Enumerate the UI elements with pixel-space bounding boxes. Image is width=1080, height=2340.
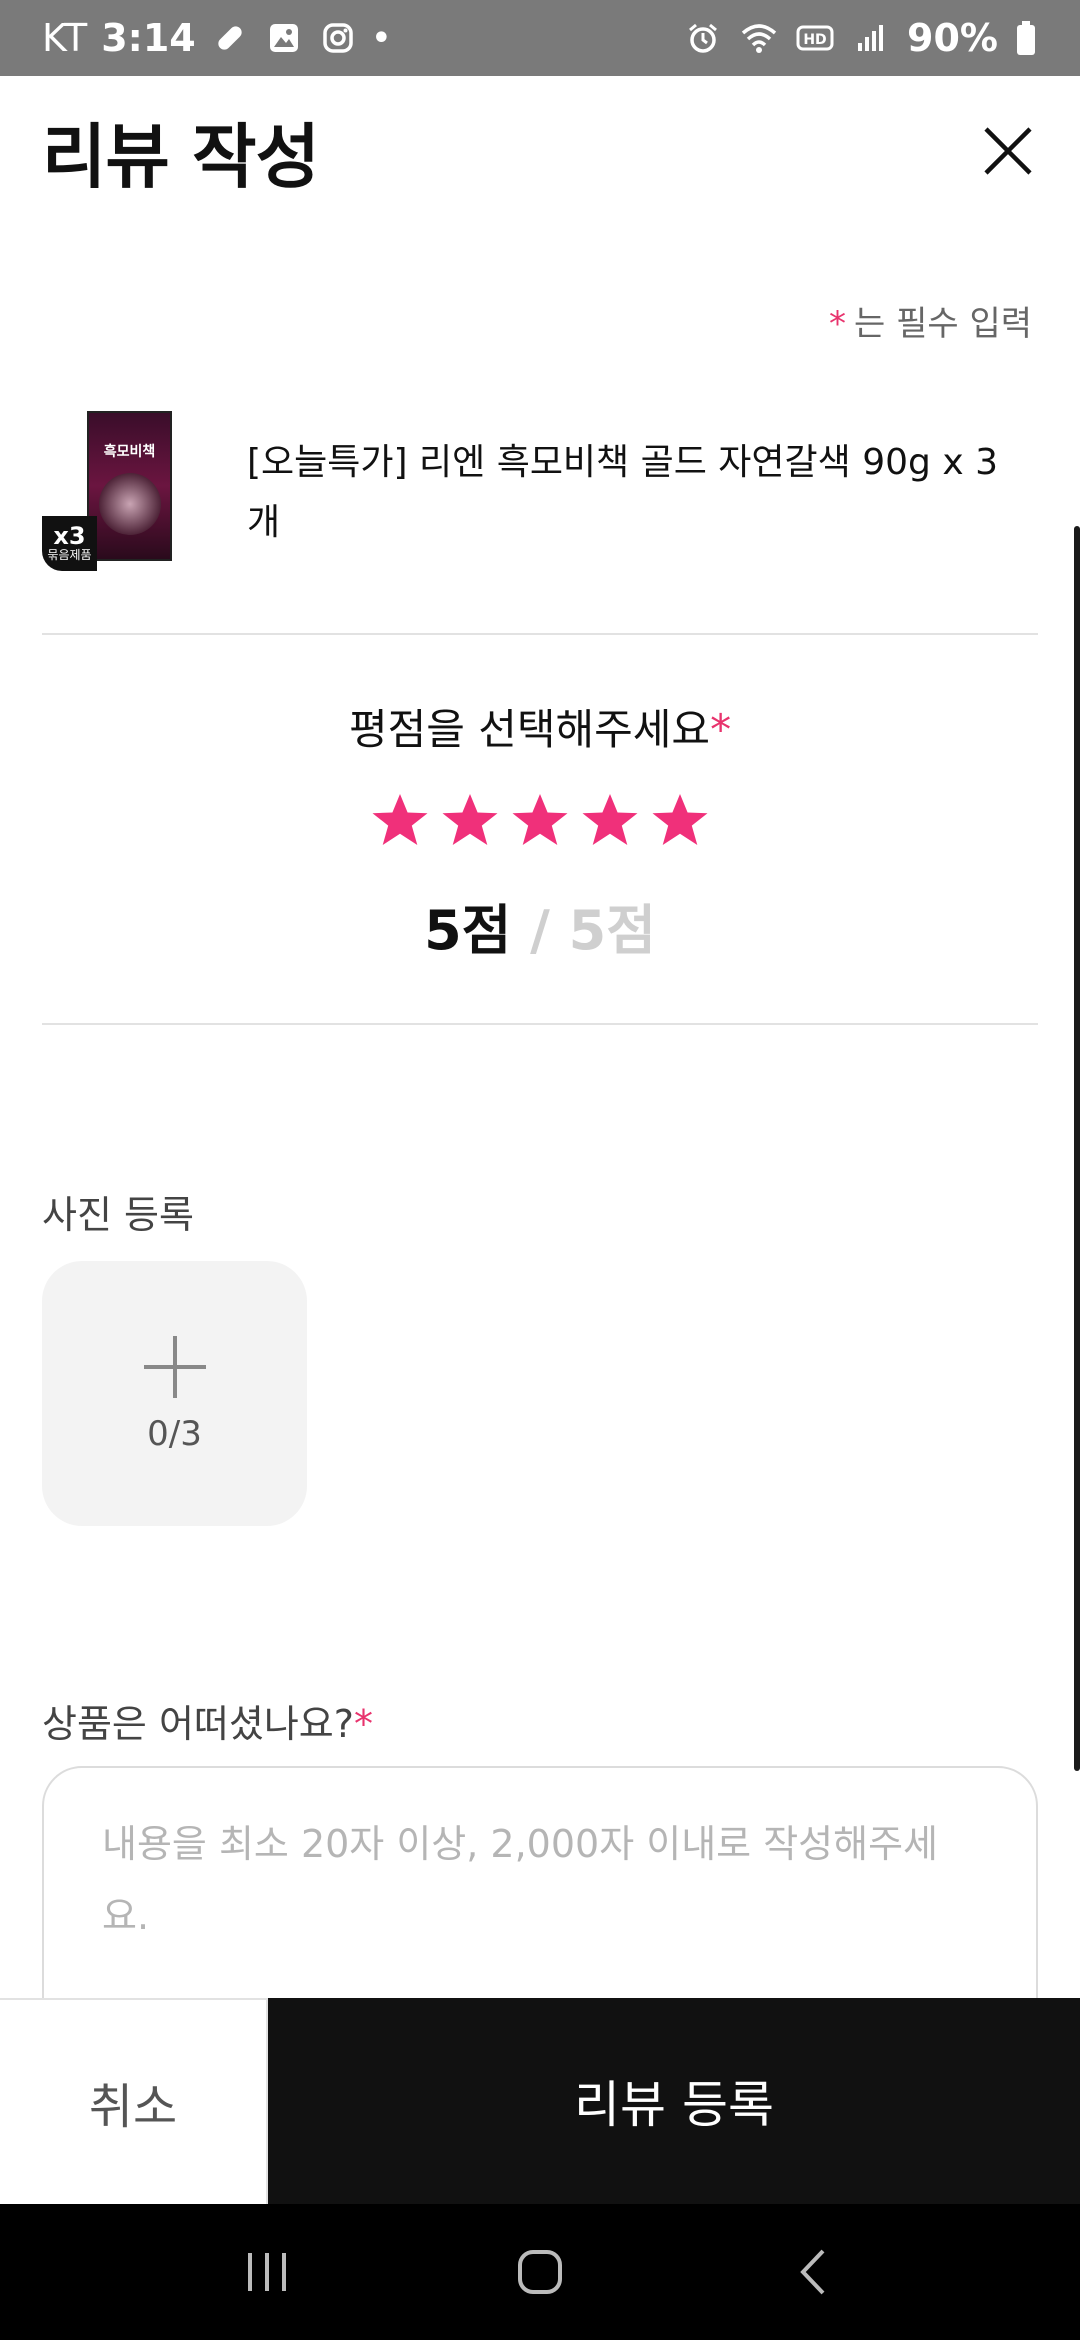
bundle-badge: x3 묶음제품 — [42, 516, 97, 571]
star-icon[interactable] — [370, 791, 430, 851]
home-icon — [517, 2250, 562, 2294]
submit-review-button[interactable]: 리뷰 등록 — [268, 1998, 1080, 2204]
star-icon[interactable] — [510, 791, 570, 851]
star-icon[interactable] — [440, 791, 500, 851]
svg-text:HD: HD — [803, 32, 826, 48]
product-name: [오늘특가] 리엔 흑모비책 골드 자연갈색 90g x 3개 — [247, 442, 998, 543]
wifi-icon — [739, 18, 779, 58]
battery-icon — [1014, 18, 1038, 58]
review-section-label: 상품은 어떠셨나요?* — [42, 1693, 373, 1748]
review-label-text: 상품은 어떠셨나요? — [42, 1702, 354, 1746]
back-button[interactable] — [778, 2237, 848, 2307]
required-star: * — [710, 705, 732, 754]
badge-label: 묶음제품 — [47, 548, 92, 563]
clock: 3:14 — [101, 16, 196, 60]
bandage-icon — [210, 18, 250, 58]
product-box-image: 흑모비책 — [87, 411, 172, 561]
instagram-icon — [318, 18, 358, 58]
action-bar: 취소 리뷰 등록 — [0, 1998, 1080, 2204]
star-icon[interactable] — [580, 791, 640, 851]
close-icon — [984, 127, 1032, 175]
carrier-label: KT — [42, 16, 88, 60]
badge-quantity: x3 — [53, 522, 86, 551]
photo-count: 0/3 — [147, 1413, 202, 1454]
rating-score: 5점 / 5점 — [0, 886, 1080, 965]
plus-icon — [143, 1335, 206, 1398]
rating-score-value: 5점 — [424, 899, 512, 962]
star-rating[interactable] — [0, 791, 1080, 851]
hd-icon: HD — [795, 18, 835, 58]
page-title: 리뷰 작성 — [42, 115, 320, 198]
notification-dot: • — [371, 20, 391, 56]
required-star: * — [828, 304, 846, 344]
home-button[interactable] — [505, 2237, 575, 2307]
recent-apps-button[interactable] — [232, 2237, 302, 2307]
review-form: * 는 필수 입력 흑모비책 x3 묶음제품 [오늘특가] 리엔 흑모비책 골드 … — [0, 226, 1080, 1998]
review-textarea[interactable] — [42, 1766, 1038, 1998]
header: 리뷰 작성 — [0, 76, 1080, 226]
back-icon — [800, 2249, 825, 2295]
alarm-icon — [683, 18, 723, 58]
photo-section-label: 사진 등록 — [42, 1193, 194, 1237]
close-button[interactable] — [978, 121, 1038, 181]
signal-icon — [851, 18, 891, 58]
required-note-text: 는 필수 입력 — [853, 304, 1032, 344]
product-thumb-graphic — [99, 473, 161, 535]
status-right: HD 90% — [683, 16, 1038, 60]
status-bar: KT 3:14 • HD 90% — [0, 0, 1080, 76]
rating-score-max: / 5점 — [511, 899, 656, 962]
product-thumb-brand: 흑모비책 — [103, 444, 156, 460]
status-left: KT 3:14 • — [42, 16, 391, 60]
add-photo-button[interactable]: 0/3 — [42, 1261, 307, 1526]
divider — [42, 1023, 1038, 1025]
system-nav-bar — [0, 2204, 1080, 2340]
rating-prompt: 평점을 선택해주세요* — [0, 696, 1080, 757]
image-icon — [264, 18, 304, 58]
recent-apps-icon — [247, 2253, 286, 2291]
product-thumbnail: 흑모비책 x3 묶음제품 — [42, 411, 177, 581]
divider — [42, 633, 1038, 635]
required-note: * 는 필수 입력 — [829, 296, 1032, 345]
star-icon[interactable] — [650, 791, 710, 851]
required-star: * — [353, 1702, 373, 1746]
rating-prompt-text: 평점을 선택해주세요 — [348, 705, 711, 754]
product-info: 흑모비책 x3 묶음제품 [오늘특가] 리엔 흑모비책 골드 자연갈색 90g … — [42, 411, 1038, 601]
cancel-button[interactable]: 취소 — [0, 1998, 268, 2204]
battery-percent: 90% — [907, 16, 998, 60]
